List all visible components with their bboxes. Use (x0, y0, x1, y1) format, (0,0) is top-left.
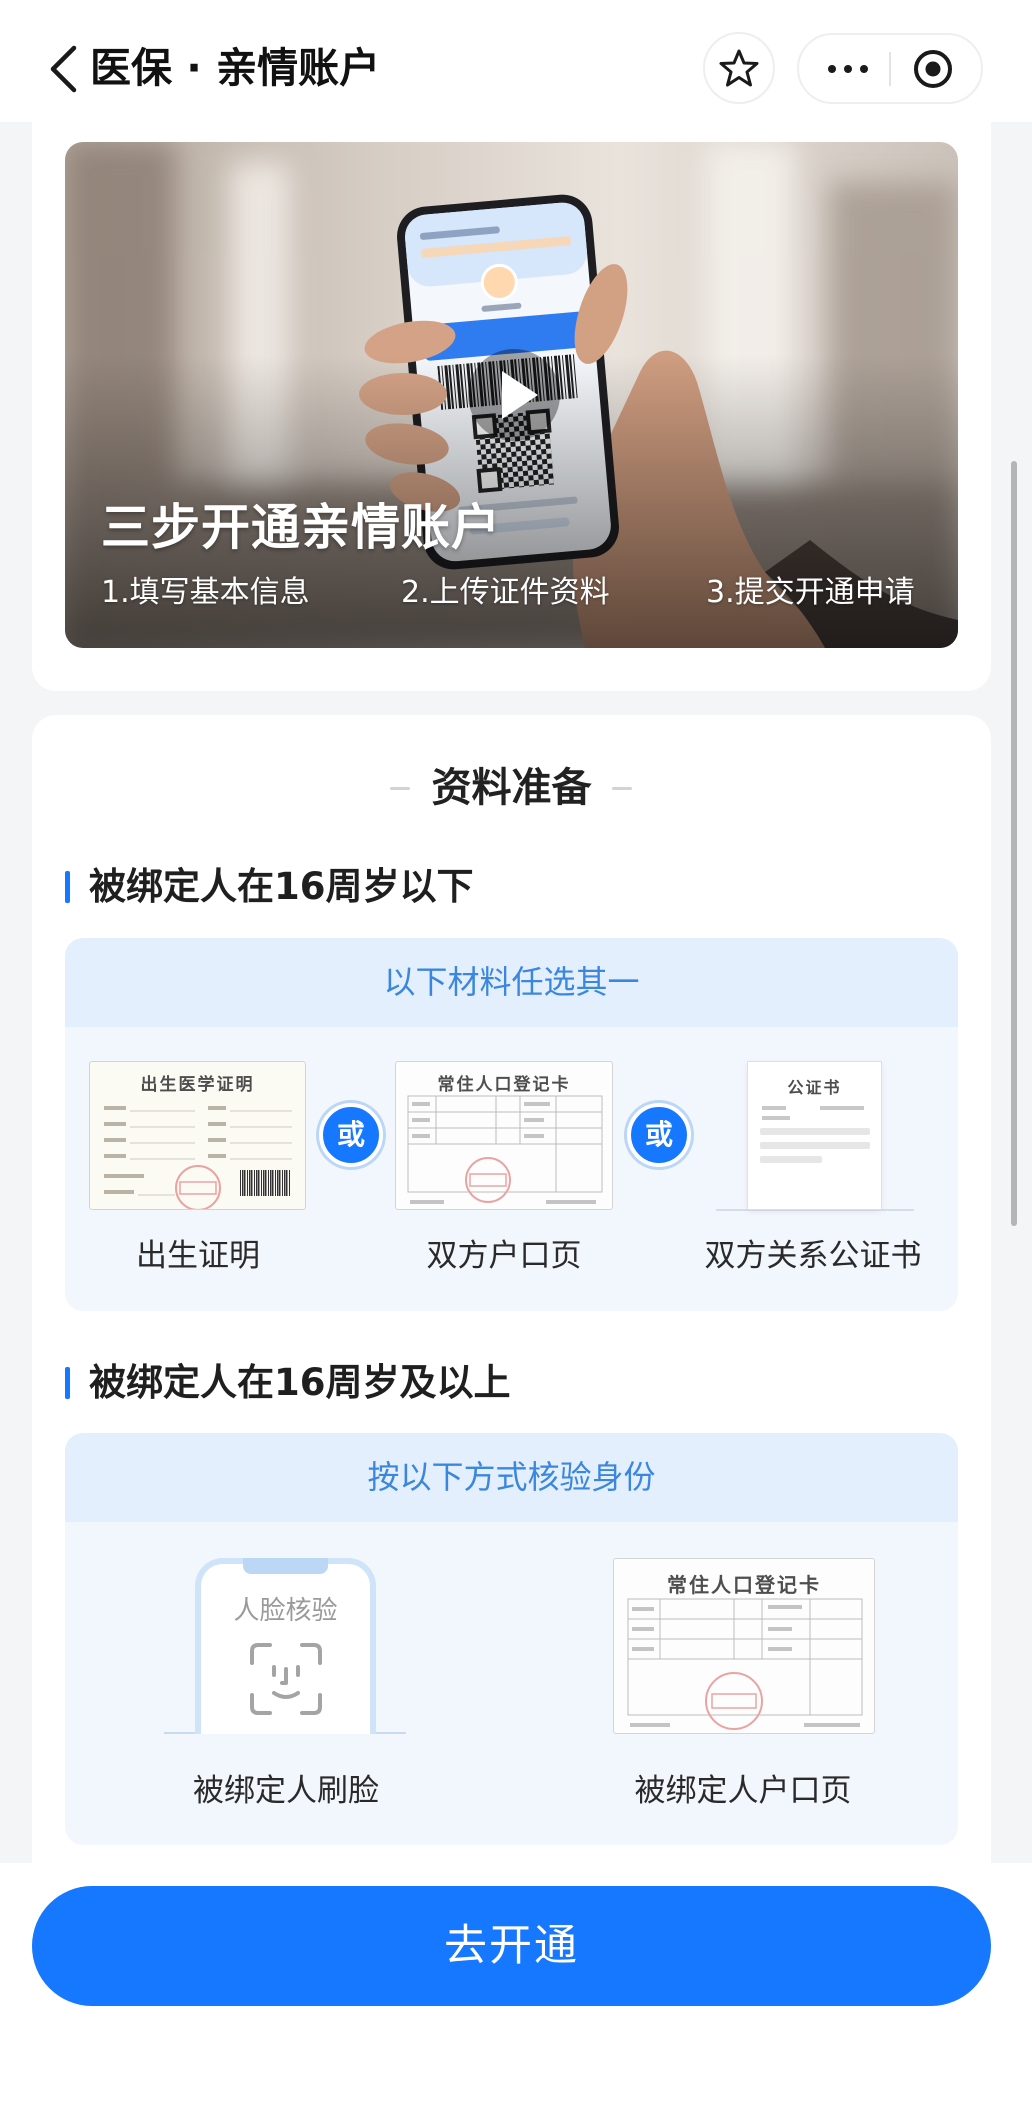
materials-card: 资料准备 被绑定人在16周岁以下 以下材料任选其一 出生医学证明 或 常住人口登… (32, 715, 991, 1915)
over16-box-title: 按以下方式核验身份 (65, 1433, 958, 1522)
verify-label-household-page: 被绑定人户口页 (634, 1773, 852, 1809)
material-label-household-page: 双方户口页 (426, 1238, 582, 1274)
star-icon (719, 49, 759, 87)
top-nav-bar: 医保 · 亲情账户 (0, 0, 1032, 122)
mini-program-capsule (797, 33, 983, 104)
household-register-image: 常住人口登记卡 (395, 1061, 613, 1210)
more-button[interactable] (807, 35, 889, 102)
over16-verification-box: 按以下方式核验身份 人脸核验 常住人口登记卡 被绑定人刷脸 被绑定人户口页 (65, 1433, 958, 1845)
video-step-2: 2.上传证件资料 (401, 575, 610, 610)
under16-box-title: 以下材料任选其一 (65, 938, 958, 1027)
phone-notch (243, 1558, 328, 1574)
close-mini-program-button[interactable] (892, 35, 974, 102)
title-dash-right (612, 787, 632, 790)
more-dots-icon (844, 64, 852, 73)
play-button[interactable] (468, 349, 560, 441)
doc-title: 常住人口登记卡 (437, 1075, 571, 1094)
scrollbar-thumb[interactable] (1011, 461, 1017, 1226)
notarization-image: 公证书 (747, 1061, 882, 1210)
capsule-divider (889, 52, 891, 86)
birth-certificate-image: 出生医学证明 (89, 1061, 306, 1210)
over16-heading: 被绑定人在16周岁及以上 (89, 1361, 511, 1404)
face-verification-text: 人脸核验 (233, 1596, 338, 1626)
section-accent-bar (65, 1367, 70, 1399)
favorite-button[interactable] (703, 32, 775, 104)
or-badge: 或 (319, 1103, 383, 1167)
video-step-1: 1.填写基本信息 (101, 575, 310, 610)
doc-title: 公证书 (787, 1080, 842, 1097)
face-scan-icon (250, 1643, 322, 1715)
section-title: 资料准备 (431, 765, 592, 811)
play-icon (468, 349, 560, 441)
or-badge: 或 (627, 1103, 691, 1167)
verify-label-face: 被绑定人刷脸 (193, 1773, 379, 1809)
chevron-left-icon (50, 45, 77, 93)
material-label-notarization: 双方关系公证书 (704, 1238, 922, 1274)
more-dots-icon (828, 64, 836, 73)
face-verification-image: 人脸核验 (195, 1558, 376, 1734)
under16-heading: 被绑定人在16周岁以下 (89, 865, 474, 908)
doc-title: 出生医学证明 (140, 1075, 255, 1094)
household-register-image: 常住人口登记卡 (613, 1558, 875, 1734)
target-circle-icon (914, 49, 952, 88)
doc-title: 常住人口登记卡 (667, 1575, 821, 1597)
intro-video[interactable]: 三步开通亲情账户 1.填写基本信息 2.上传证件资料 3.提交开通申请 (65, 142, 958, 648)
section-accent-bar (65, 871, 70, 903)
video-title: 三步开通亲情账户 (101, 499, 502, 556)
back-button[interactable] (44, 44, 84, 94)
more-dots-icon (860, 64, 868, 73)
video-step-3: 3.提交开通申请 (706, 575, 915, 610)
under16-materials-box: 以下材料任选其一 出生医学证明 或 常住人口登记卡 或 公证书 出生证明 双方户… (65, 938, 958, 1311)
page-title: 医保 · 亲情账户 (90, 44, 381, 92)
material-label-birth-certificate: 出生证明 (136, 1238, 260, 1274)
activate-button[interactable]: 去开通 (32, 1886, 991, 2006)
bottom-action-bar: 去开通 (0, 1863, 1032, 2124)
